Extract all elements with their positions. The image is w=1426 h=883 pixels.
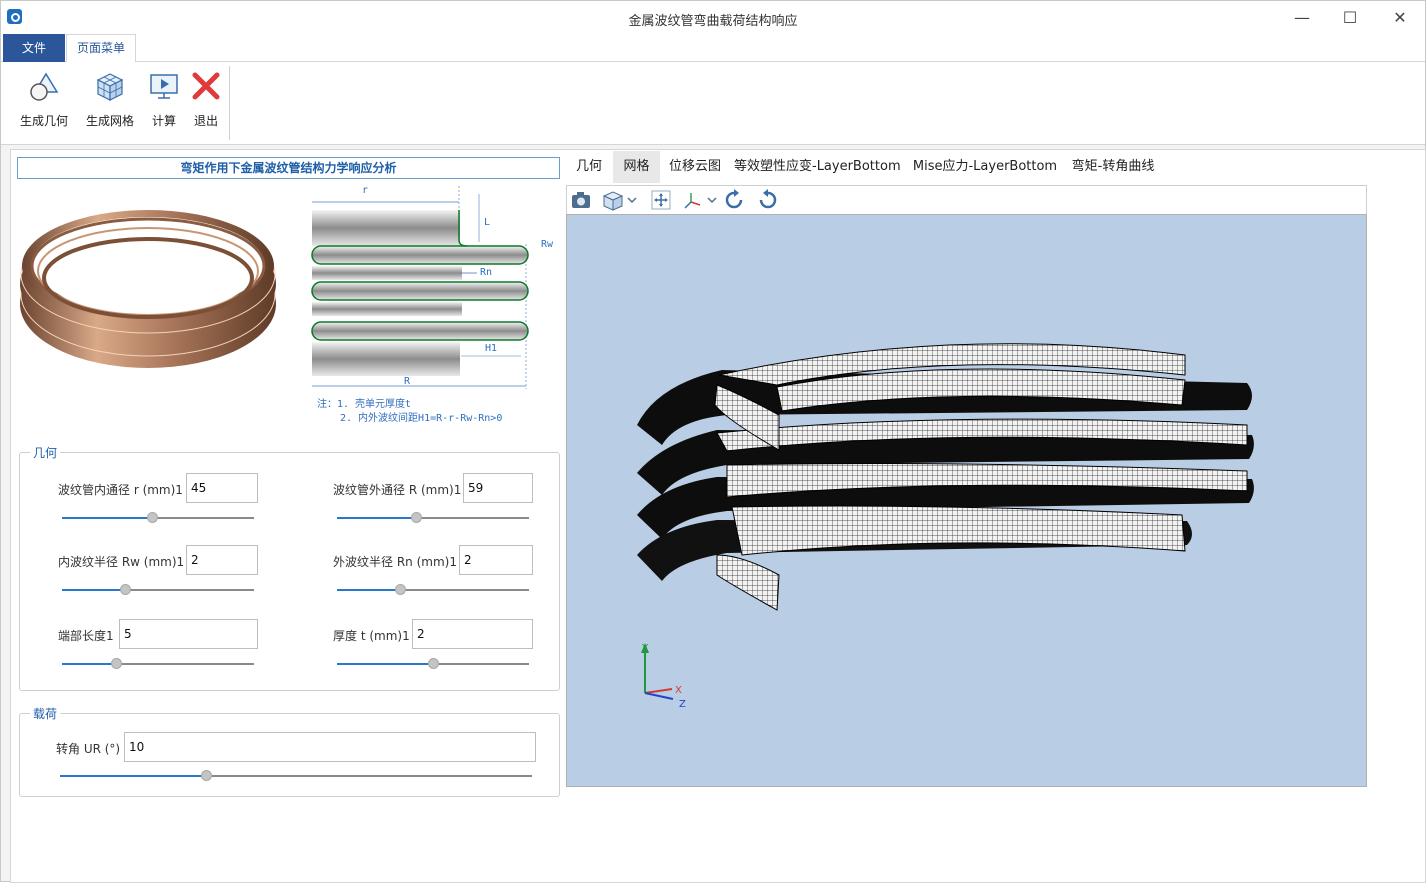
slider-thumb[interactable] [428,658,439,669]
generate-geometry-button[interactable]: 生成几何 [15,70,73,130]
diagram-label-L: L [484,217,491,228]
generate-mesh-button[interactable]: 生成网格 [81,70,139,130]
slider-thumb[interactable] [147,512,159,523]
rotation-angle-label: 转角 UR (°) [56,742,121,756]
outer-diameter-input[interactable]: 59 [463,473,533,503]
ribbon-tabs: 文件 页面菜单 [1,34,1425,63]
geometry-icon [28,70,60,102]
inner-diameter-label: 波纹管内通径 r (mm)1 [58,483,183,497]
slider-thumb[interactable] [395,584,407,595]
rotate-ccw-icon[interactable] [723,189,747,211]
camera-icon[interactable] [569,189,593,211]
thickness-label: 厚度 t (mm)1 [333,629,410,643]
diagram-note-2: 2. 内外波纹间距H1=R-r-Rw-Rn>0 [340,413,503,424]
mesh-cube-icon [94,70,126,102]
tab-file[interactable]: 文件 [3,34,65,62]
load-legend: 载荷 [30,705,61,722]
bellows-render-image [18,206,280,374]
rotate-cw-icon[interactable] [755,189,779,211]
outer-diameter-label: 波纹管外通径 R (mm)1 [333,483,462,497]
inner-wave-radius-label: 内波纹半径 Rw (mm)1 [58,555,185,569]
end-length-input[interactable]: 5 [119,619,258,649]
red-x-icon [190,70,222,102]
exit-button[interactable]: 退出 [189,70,223,130]
inner-diameter-slider[interactable] [62,512,254,524]
viewer-toolbar [566,185,1367,214]
inner-wave-radius-slider[interactable] [62,584,254,596]
diagram-label-r: r [362,185,369,196]
rotation-angle-slider[interactable] [60,770,532,782]
slider-thumb[interactable] [120,584,132,595]
outer-diameter-slider[interactable] [337,512,529,524]
tab-mises-stress[interactable]: Mise应力-LayerBottom [909,151,1061,183]
thickness-input[interactable]: 2 [412,619,533,649]
ribbon-panel: 生成几何 生成网格 计算 退出 [1,62,1425,145]
exit-label: 退出 [193,114,218,128]
close-button[interactable]: ✕ [1377,1,1423,34]
chevron-down-icon[interactable] [625,189,639,211]
slider-thumb[interactable] [110,658,122,669]
diagram-label-Rn: Rn [480,267,493,278]
tab-page-menu[interactable]: 页面菜单 [66,34,136,63]
tab-moment-curve[interactable]: 弯矩-转角曲线 [1068,151,1158,183]
tab-plastic-strain[interactable]: 等效塑性应变-LayerBottom [734,151,901,183]
diagram-note-1: 注：1. 壳单元厚度t [317,399,412,410]
axis-y-label: Y [642,643,649,654]
generate-geometry-label: 生成几何 [19,114,68,128]
maximize-button[interactable]: ☐ [1327,1,1373,34]
title-bar: 金属波纹管弯曲载荷结构响应 — ☐ ✕ [1,1,1425,34]
view-cube-icon[interactable] [601,189,625,211]
outer-wave-radius-slider[interactable] [337,584,529,596]
3d-viewport[interactable]: Y X Z [566,214,1367,787]
diagram-label-Rw: Rw [541,239,554,250]
diagram-label-R: R [404,376,411,387]
axis-triad-icon[interactable] [681,189,705,211]
slider-thumb[interactable] [201,770,213,781]
axis-z-label: Z [679,699,686,710]
window-title: 金属波纹管弯曲载荷结构响应 [628,14,798,29]
end-length-slider[interactable] [62,658,254,670]
compute-label: 计算 [151,114,176,128]
geometry-legend: 几何 [30,444,61,461]
monitor-play-icon [148,70,180,102]
thickness-slider[interactable] [337,658,529,670]
tab-displacement[interactable]: 位移云图 [662,151,728,183]
cross-section-diagram: r L Rw Rn H1 R 注：1. 壳单元厚度t 2. 内外波纹间距H1=R… [309,184,561,424]
generate-mesh-label: 生成网格 [85,114,134,128]
inner-wave-radius-input[interactable]: 2 [186,545,258,575]
outer-wave-radius-input[interactable]: 2 [459,545,533,575]
app-window: 金属波纹管弯曲载荷结构响应 — ☐ ✕ 文件 页面菜单 生成几何 生成网格 计算… [0,0,1426,883]
rotation-angle-input[interactable]: 10 [124,732,536,762]
ribbon-separator [229,66,230,140]
outer-wave-radius-label: 外波纹半径 Rn (mm)1 [333,555,457,569]
end-length-label: 端部长度1 [58,629,114,643]
axis-x-label: X [675,685,682,696]
diagram-label-H1: H1 [485,343,498,354]
minimize-button[interactable]: — [1279,1,1325,34]
fit-all-icon[interactable] [649,189,673,211]
chevron-down-icon[interactable] [705,189,719,211]
slider-thumb[interactable] [410,512,422,523]
inner-diameter-input[interactable]: 45 [186,473,258,503]
tab-mesh[interactable]: 网格 [613,151,660,183]
tab-geometry[interactable]: 几何 [566,151,612,183]
compute-button[interactable]: 计算 [147,70,181,130]
analysis-title: 弯矩作用下金属波纹管结构力学响应分析 [17,157,560,179]
